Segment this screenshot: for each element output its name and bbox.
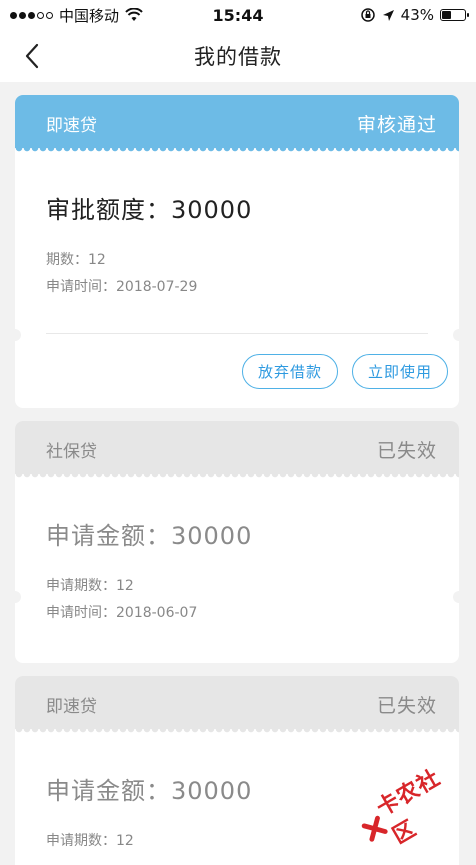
loan-product-name: 社保贷 — [46, 442, 97, 462]
loan-product-name: 即速贷 — [46, 116, 97, 136]
amount-value: 30000 — [171, 196, 253, 224]
amount-value: 30000 — [171, 522, 253, 550]
date-label: 申请时间： — [46, 605, 116, 621]
loan-term: 期数：12 — [46, 247, 428, 274]
term-value: 12 — [88, 252, 106, 268]
loan-status: 已失效 — [376, 695, 437, 717]
battery-icon — [440, 9, 469, 21]
loan-amount: 申请金额：30000 — [46, 516, 428, 551]
loan-actions: 放弃借款 立即使用 — [15, 334, 459, 408]
orientation-lock-icon — [360, 8, 375, 22]
term-label: 期数： — [46, 252, 88, 268]
loan-amount: 审批额度：30000 — [46, 190, 428, 225]
loan-status: 审核通过 — [356, 114, 437, 136]
card-notch-right — [453, 591, 459, 603]
location-arrow-icon — [382, 9, 394, 21]
chevron-left-icon — [25, 43, 39, 69]
loan-card[interactable]: 社保贷 已失效 申请金额：30000 申请期数：12 申请时间：2018-06-… — [15, 421, 459, 663]
loan-meta: 期数：12 申请时间：2018-07-29 — [46, 247, 428, 301]
loan-status: 已失效 — [376, 440, 437, 462]
status-bar: 中国移动 15:44 43% — [0, 0, 476, 30]
status-right: 43% — [360, 6, 469, 24]
wifi-icon — [125, 8, 143, 21]
page-title: 我的借款 — [194, 45, 282, 69]
loan-date: 申请时间：2018-07-29 — [46, 274, 428, 301]
date-value: 2018-07-29 — [116, 279, 198, 295]
date-value: 2018-06-07 — [116, 605, 198, 621]
amount-label: 申请金额： — [46, 777, 171, 805]
loan-card-header: 社保贷 已失效 — [15, 421, 459, 482]
amount-label: 审批额度： — [46, 196, 171, 224]
battery-percent: 43% — [400, 6, 434, 24]
back-button[interactable] — [14, 38, 50, 74]
battery-fill — [442, 11, 452, 19]
loan-product-name: 即速贷 — [46, 697, 97, 717]
term-label: 申请期数： — [46, 833, 116, 849]
loan-meta: 申请期数：12 申请时间：2018-06-07 — [46, 573, 428, 627]
loan-list: 即速贷 审核通过 审批额度：30000 期数：12 申请时间：2018-07-2… — [15, 95, 459, 865]
abandon-loan-button[interactable]: 放弃借款 — [241, 354, 338, 389]
loan-card-header: 即速贷 已失效 — [15, 676, 459, 737]
amount-value: 30000 — [171, 777, 253, 805]
loan-term: 申请期数：12 — [46, 573, 428, 600]
date-label: 申请时间： — [46, 279, 116, 295]
card-notch-right — [453, 329, 459, 341]
term-label: 申请期数： — [46, 578, 116, 594]
use-now-button[interactable]: 立即使用 — [351, 354, 448, 389]
term-value: 12 — [116, 578, 134, 594]
term-value: 12 — [116, 833, 134, 849]
status-left: 中国移动 — [10, 5, 143, 26]
amount-label: 申请金额： — [46, 522, 171, 550]
carrier-label: 中国移动 — [59, 6, 120, 25]
nav-bar: 我的借款 — [0, 30, 476, 82]
loan-card-body: 审批额度：30000 期数：12 申请时间：2018-07-29 — [15, 152, 459, 301]
loan-card[interactable]: 即速贷 审核通过 审批额度：30000 期数：12 申请时间：2018-07-2… — [15, 95, 459, 408]
loan-date: 申请时间：2018-06-07 — [46, 600, 428, 627]
loan-card-body: 申请金额：30000 申请期数：12 申请时间：2018-06-07 — [15, 478, 459, 627]
loan-card-header: 即速贷 审核通过 — [15, 95, 459, 156]
signal-strength-icon — [10, 11, 53, 19]
